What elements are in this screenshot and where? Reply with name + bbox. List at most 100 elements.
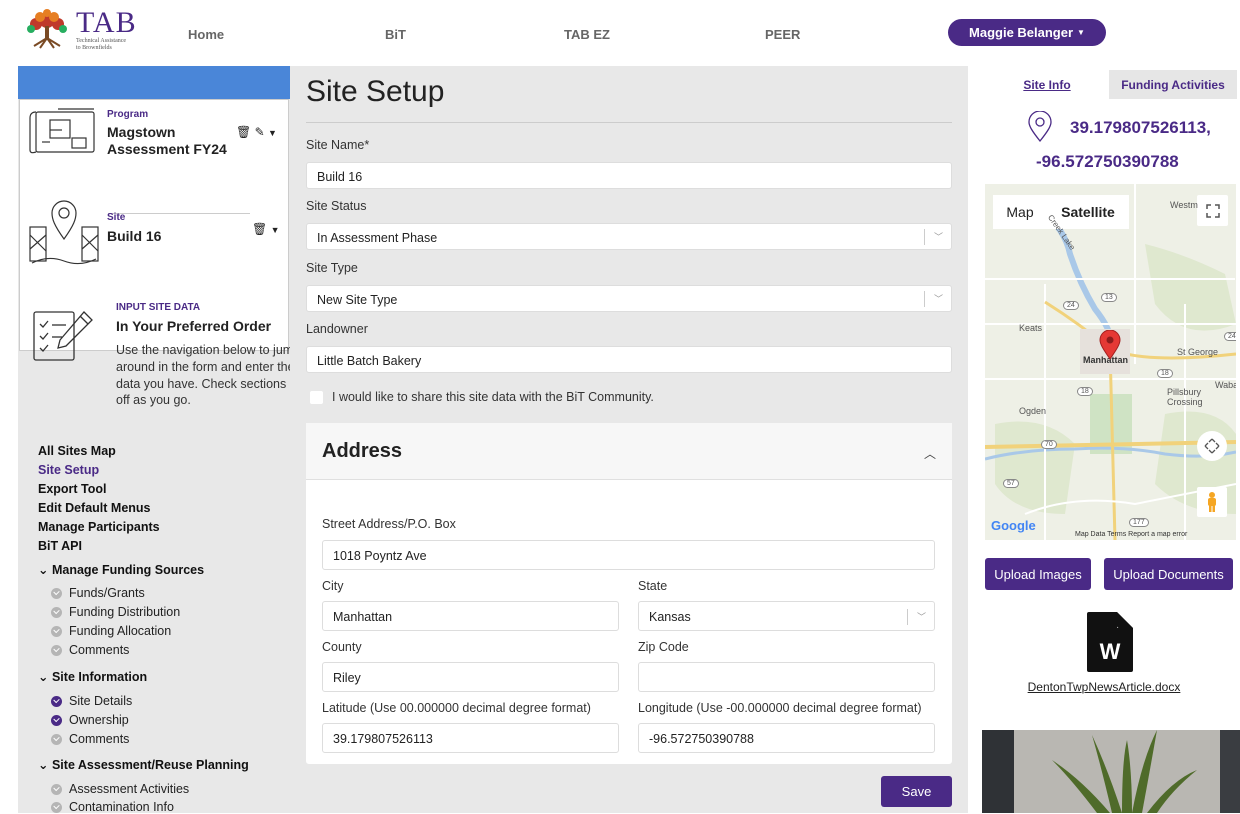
fullscreen-icon[interactable] xyxy=(1197,195,1228,226)
user-name: Maggie Belanger xyxy=(969,25,1074,40)
map-footer[interactable]: Map Data Terms Report a map error xyxy=(1075,531,1187,538)
location-pin-icon xyxy=(1028,111,1052,143)
site-type-select[interactable]: New Site Type ﹀ xyxy=(306,285,952,312)
upload-images-button[interactable]: Upload Images xyxy=(985,558,1091,590)
county-input[interactable]: Riley xyxy=(322,662,619,692)
logo-text: TAB xyxy=(76,6,137,39)
nav-item-site-comments[interactable]: Comments xyxy=(51,732,129,746)
chevron-down-icon: ﹀ xyxy=(916,612,926,622)
edit-icon[interactable]: ✎ xyxy=(255,125,265,139)
nav-item-funding-allocation[interactable]: Funding Allocation xyxy=(51,624,171,638)
right-panel: Site Info Funding Activities 39.17980752… xyxy=(968,66,1240,813)
nav-manage-participants[interactable]: Manage Participants xyxy=(38,518,308,537)
latitude-input[interactable]: 39.179807526113 xyxy=(322,723,619,753)
check-circle-icon xyxy=(51,783,62,795)
word-document-icon[interactable]: W xyxy=(1087,612,1133,672)
user-menu-button[interactable]: Maggie Belanger ▼ xyxy=(948,19,1106,46)
longitude-input[interactable]: -96.572750390788 xyxy=(638,723,935,753)
check-circle-icon xyxy=(51,695,62,707)
site-type-label: Site Type xyxy=(306,261,358,275)
nav-bit-api[interactable]: BiT API xyxy=(38,537,308,556)
map-label-crossing: Crossing xyxy=(1167,397,1203,407)
chevron-down-icon: ﹀ xyxy=(933,294,943,304)
chevron-up-icon[interactable]: ︿ xyxy=(924,445,936,462)
street-view-pegman-icon[interactable] xyxy=(1197,487,1227,517)
share-checkbox[interactable] xyxy=(310,390,323,404)
doc-letter: W xyxy=(1100,639,1121,664)
nav-item-funds-grants[interactable]: Funds/Grants xyxy=(51,586,145,600)
nav-group-title: Site Information xyxy=(51,670,148,684)
tab-logo[interactable]: TAB Technical Assistance to Brownfields xyxy=(22,8,137,52)
site-status-select[interactable]: In Assessment Phase ﹀ xyxy=(306,223,952,250)
trash-icon[interactable]: 🗑 xyxy=(236,125,251,139)
site-map[interactable]: Map Satellite Westm Creek Lake Keats Man… xyxy=(985,184,1236,540)
nav-item-label: Funding Distribution xyxy=(69,605,181,619)
site-setup-form: Site Setup Site Name* Build 16 Site Stat… xyxy=(290,66,968,813)
nav-tab-ez[interactable]: TAB EZ xyxy=(564,27,610,42)
site-name-input[interactable]: Build 16 xyxy=(306,162,952,189)
route-shield: 24 xyxy=(1224,332,1236,341)
nav-home[interactable]: Home xyxy=(188,27,224,42)
map-view-button[interactable]: Map xyxy=(993,195,1047,229)
map-label-st-george: St George xyxy=(1177,347,1219,357)
county-label: County xyxy=(322,640,362,654)
nav-item-funding-distribution[interactable]: Funding Distribution xyxy=(51,605,180,619)
nav-item-label: Comments xyxy=(69,643,130,657)
map-marker-icon[interactable] xyxy=(1099,330,1121,360)
state-select[interactable]: Kansas ﹀ xyxy=(638,601,935,631)
upload-documents-button[interactable]: Upload Documents xyxy=(1104,558,1233,590)
check-circle-icon xyxy=(51,801,62,813)
caret-down-icon[interactable]: ▼ xyxy=(271,225,280,235)
check-circle-icon xyxy=(51,625,62,637)
address-header[interactable]: Address ︿ xyxy=(306,423,952,480)
input-subtitle: In Your Preferred Order xyxy=(116,318,272,334)
zip-input[interactable] xyxy=(638,662,935,692)
city-input[interactable]: Manhattan xyxy=(322,601,619,631)
nav-all-sites-map[interactable]: All Sites Map xyxy=(38,442,308,461)
street-input[interactable]: 1018 Poyntz Ave xyxy=(322,540,935,570)
nav-item-contamination-info[interactable]: Contamination Info xyxy=(51,800,174,814)
select-divider xyxy=(924,291,925,307)
route-shield: 177 xyxy=(1129,518,1149,527)
route-shield: 18 xyxy=(1157,369,1173,378)
site-name: Build 16 xyxy=(107,228,162,244)
select-divider xyxy=(924,229,925,245)
nav-group-site-assessment[interactable]: ⌄ Site Assessment/Reuse Planning xyxy=(38,757,249,772)
nav-group-site-information[interactable]: ⌄ Site Information xyxy=(38,669,147,684)
city-label: City xyxy=(322,579,344,593)
pan-control-icon[interactable] xyxy=(1197,431,1227,461)
tab-funding-activities[interactable]: Funding Activities xyxy=(1109,70,1237,99)
latitude-label: Latitude (Use 00.000000 decimal degree f… xyxy=(322,701,591,715)
nav-item-site-details[interactable]: Site Details xyxy=(51,694,132,708)
section-nav: All Sites Map Site Setup Export Tool Edi… xyxy=(38,442,308,556)
caret-down-icon[interactable]: ▼ xyxy=(268,128,277,138)
route-shield: 18 xyxy=(1077,387,1093,396)
nav-site-setup[interactable]: Site Setup xyxy=(38,461,308,480)
save-button[interactable]: Save xyxy=(881,776,952,807)
address-section: Address ︿ Street Address/P.O. Box 1018 P… xyxy=(306,423,952,764)
nav-group-funding[interactable]: ⌄ Manage Funding Sources xyxy=(38,562,204,577)
nav-item-label: Ownership xyxy=(69,713,129,727)
site-latitude-display: 39.179807526113, xyxy=(1070,118,1211,137)
nav-item-funding-comments[interactable]: Comments xyxy=(51,643,129,657)
nav-peer[interactable]: PEER xyxy=(765,27,800,42)
input-instructions: Use the navigation below to jump around … xyxy=(116,343,301,408)
nav-export-tool[interactable]: Export Tool xyxy=(38,480,308,499)
address-title: Address xyxy=(322,440,403,462)
program-name: Assessment FY24 xyxy=(107,141,227,157)
document-link[interactable]: DentonTwpNewsArticle.docx xyxy=(968,680,1240,694)
tab-site-info[interactable]: Site Info xyxy=(985,70,1109,99)
chevron-down-icon: ⌄ xyxy=(38,563,49,577)
chevron-down-icon: ⌄ xyxy=(38,670,49,684)
site-photo[interactable] xyxy=(982,730,1240,813)
nav-item-label: Comments xyxy=(69,732,130,746)
check-circle-icon xyxy=(51,587,62,599)
nav-edit-default-menus[interactable]: Edit Default Menus xyxy=(38,499,308,518)
trash-icon[interactable]: 🗑 xyxy=(252,222,267,236)
landowner-input[interactable]: Little Batch Bakery xyxy=(306,346,952,373)
nav-item-label: Site Details xyxy=(69,694,133,708)
route-shield: 70 xyxy=(1041,440,1057,449)
nav-item-assessment-activities[interactable]: Assessment Activities xyxy=(51,782,189,796)
nav-bit[interactable]: BiT xyxy=(385,27,406,42)
nav-item-ownership[interactable]: Ownership xyxy=(51,713,129,727)
